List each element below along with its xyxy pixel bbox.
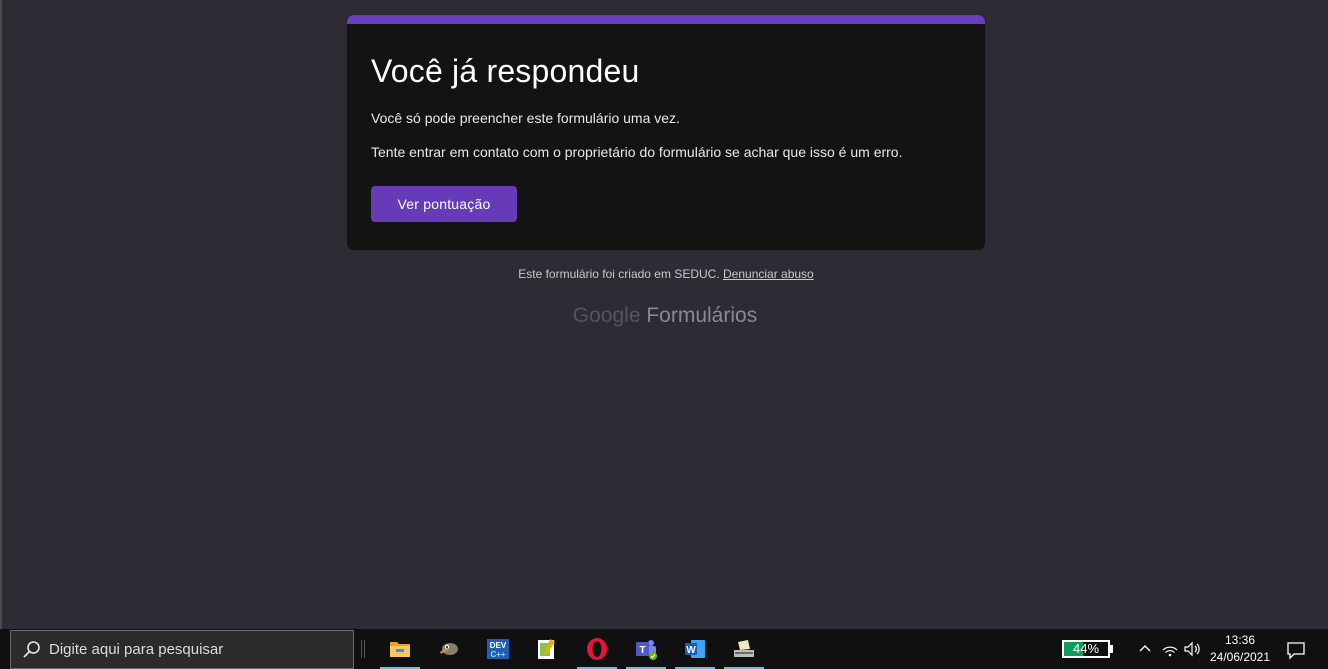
browser-page: Você já respondeu Você só pode preencher… bbox=[0, 0, 1328, 629]
clock-date: 24/06/2021 bbox=[1209, 650, 1271, 664]
taskbar-app-opera[interactable] bbox=[577, 629, 617, 669]
brand-google-text: Google bbox=[572, 304, 641, 327]
file-explorer-icon bbox=[390, 642, 410, 657]
taskbar-app-notepad-plus-plus[interactable] bbox=[527, 629, 567, 669]
svg-text:W: W bbox=[686, 645, 696, 656]
form-accent-bar bbox=[347, 15, 985, 24]
opera-icon bbox=[587, 638, 607, 660]
svg-text:C++: C++ bbox=[490, 650, 505, 659]
taskbar-app-file-explorer[interactable] bbox=[380, 629, 420, 669]
clock-time: 13:36 bbox=[1224, 633, 1256, 647]
taskbar-search[interactable] bbox=[10, 630, 354, 669]
scanner-icon bbox=[734, 640, 754, 657]
dev-cpp-icon: DEV C++ bbox=[487, 639, 509, 659]
microsoft-teams-icon: T bbox=[636, 640, 657, 660]
svg-text:DEV: DEV bbox=[490, 641, 507, 650]
brand-product-text: Formulários bbox=[646, 304, 758, 327]
google-forms-logo[interactable]: Google Formulários bbox=[0, 304, 1328, 328]
form-title: Você já respondeu bbox=[371, 53, 640, 89]
gimp-icon bbox=[440, 643, 458, 655]
windows-taskbar: DEV C++ T W bbox=[0, 629, 1328, 669]
created-by-text: Este formulário foi criado em SEDUC. bbox=[518, 267, 720, 281]
taskbar-app-dev-cpp[interactable]: DEV C++ bbox=[478, 629, 518, 669]
form-message-once: Você só pode preencher este formulário u… bbox=[371, 110, 680, 126]
taskbar-app-gimp[interactable] bbox=[429, 629, 469, 669]
microsoft-word-icon: W bbox=[685, 640, 705, 658]
wifi-icon[interactable] bbox=[1162, 641, 1178, 662]
taskbar-app-scanner[interactable] bbox=[724, 629, 764, 669]
taskbar-app-microsoft-teams[interactable]: T bbox=[626, 629, 666, 669]
taskbar-separator bbox=[361, 640, 365, 658]
chevron-up-icon[interactable] bbox=[1138, 641, 1152, 660]
search-icon bbox=[22, 640, 42, 665]
notepad-plus-plus-icon bbox=[538, 639, 555, 659]
system-clock[interactable]: 13:36 24/06/2021 bbox=[1202, 632, 1278, 666]
report-abuse-link[interactable]: Denunciar abuso bbox=[723, 267, 814, 281]
taskbar-app-microsoft-word[interactable]: W bbox=[675, 629, 715, 669]
view-score-button[interactable]: Ver pontuação bbox=[371, 186, 517, 222]
battery-percent: 44% bbox=[1072, 641, 1100, 656]
form-footer: Este formulário foi criado em SEDUC. Den… bbox=[0, 267, 1328, 281]
battery-indicator[interactable]: 44% bbox=[1062, 640, 1110, 658]
form-card: Você já respondeu Você só pode preencher… bbox=[346, 14, 986, 251]
volume-icon[interactable] bbox=[1184, 641, 1202, 662]
form-message-contact: Tente entrar em contato com o proprietár… bbox=[371, 144, 903, 160]
search-input[interactable] bbox=[49, 631, 349, 668]
battery-tip bbox=[1110, 645, 1113, 653]
notification-center-icon[interactable] bbox=[1286, 640, 1306, 665]
svg-text:T: T bbox=[639, 645, 645, 656]
